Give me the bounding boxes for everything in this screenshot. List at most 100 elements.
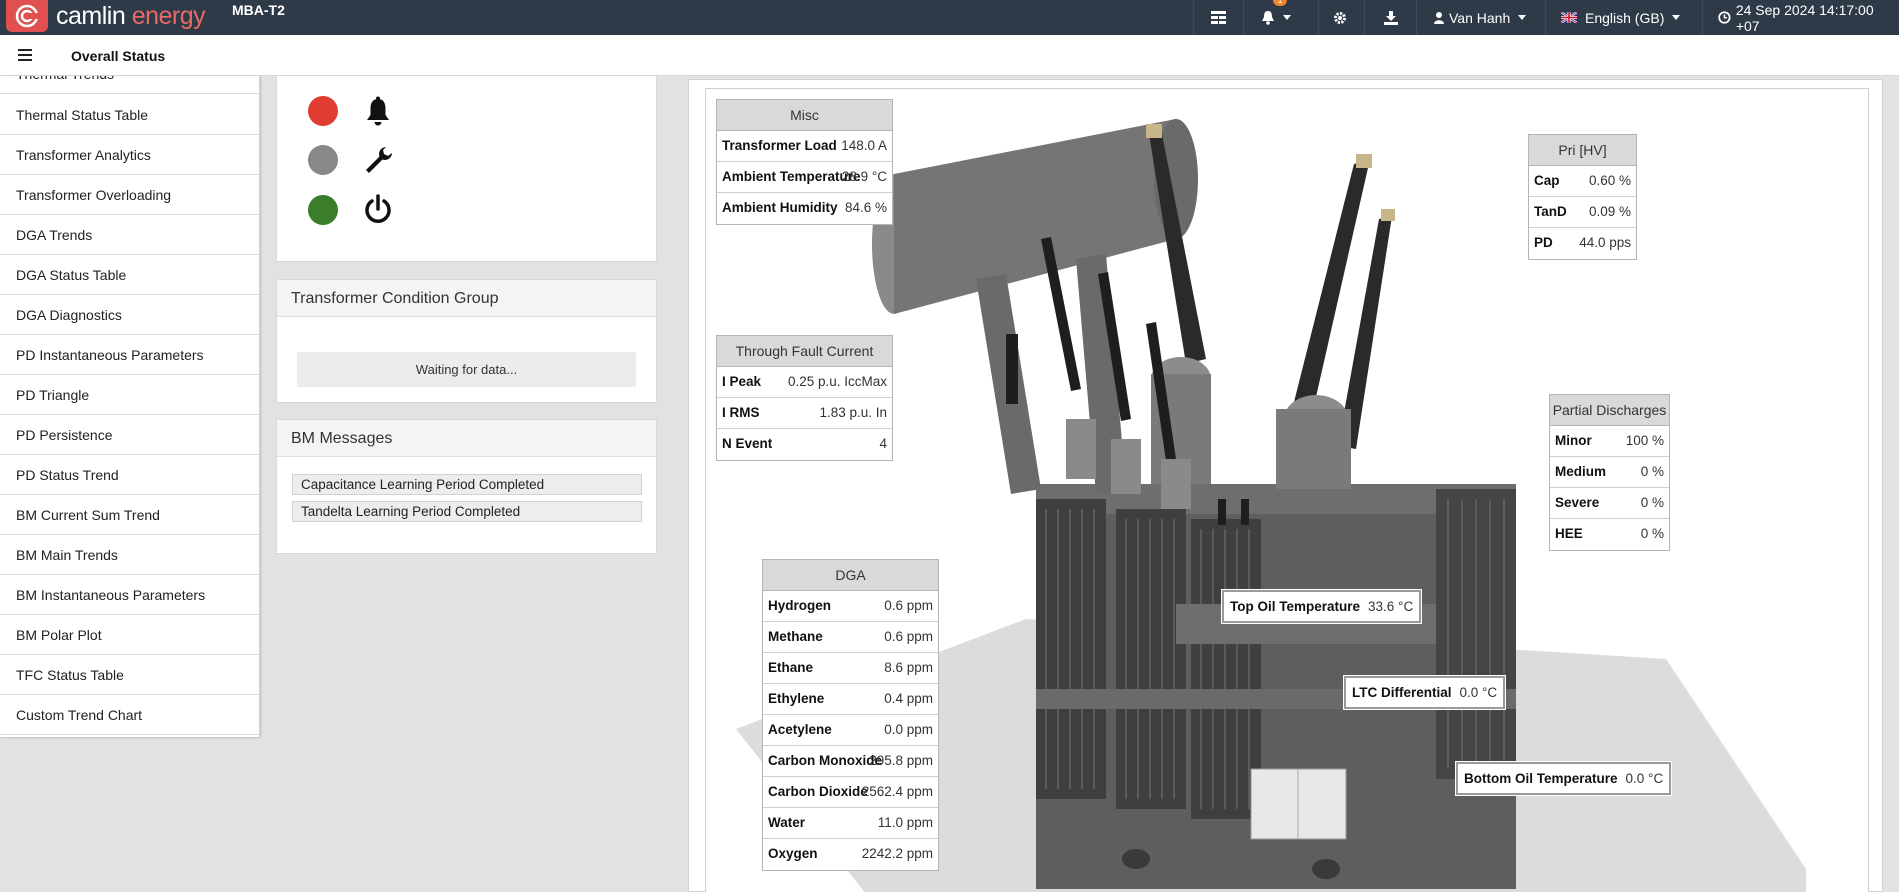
sidebar-item[interactable]: BM Instantaneous Parameters [0, 575, 259, 615]
divider [1364, 0, 1365, 35]
download-button[interactable] [1384, 0, 1398, 35]
table-row: Water 11.0 ppm [763, 808, 938, 839]
menu-toggle-icon[interactable] [18, 49, 32, 64]
waiting-message: Waiting for data... [297, 352, 636, 387]
row-value: 8.6 ppm [884, 660, 933, 675]
callout-value: 0.0 °C [1459, 685, 1498, 700]
sidebar-item[interactable]: BM Polar Plot [0, 615, 259, 655]
table-title: Partial Discharges [1550, 395, 1669, 426]
user-name: Van Hanh [1449, 9, 1511, 26]
card-title: BM Messages [277, 420, 656, 457]
sidebar-item[interactable]: PD Status Trend [0, 455, 259, 495]
row-value: 0.0 ppm [884, 722, 933, 737]
sidebar-item[interactable]: PD Triangle [0, 375, 259, 415]
sidebar-item[interactable]: TFC Status Table [0, 655, 259, 695]
row-value: 1.83 p.u. In [819, 405, 887, 420]
row-label: Carbon Monoxide [768, 753, 882, 768]
row-value: 0.6 ppm [884, 598, 933, 613]
sidebar-item[interactable]: Thermal Trends [0, 76, 259, 94]
page-title: Overall Status [71, 48, 166, 64]
sidebar-item[interactable]: BM Current Sum Trend [0, 495, 259, 535]
row-label: N Event [722, 436, 773, 451]
power-icon [365, 194, 391, 223]
table-row: I RMS 1.83 p.u. In [717, 398, 892, 429]
divider [1545, 0, 1546, 35]
row-value: 0.4 ppm [884, 691, 933, 706]
row-label: Carbon Dioxide [768, 784, 868, 799]
message-item: Capacitance Learning Period Completed [292, 474, 642, 495]
table-row: Acetylene 0.0 ppm [763, 715, 938, 746]
callout-value: 33.6 °C [1368, 599, 1414, 614]
asset-name: MBA-T2 [232, 2, 285, 18]
table-row: Transformer Load 148.0 A [717, 131, 892, 162]
divider [1702, 0, 1703, 35]
row-value: 0 % [1640, 526, 1664, 541]
table-title: Misc [717, 100, 892, 131]
bm-messages-card: BM Messages Capacitance Learning Period … [276, 419, 657, 554]
table-row: Carbon Dioxide 2562.4 ppm [763, 777, 938, 808]
row-label: Ambient Humidity [722, 200, 838, 215]
partial-discharges-table: Partial Discharges Minor 100 % Medium 0 % … [1549, 394, 1670, 551]
callout-label: LTC Differential [1352, 685, 1452, 700]
uk-flag-icon [1561, 12, 1577, 23]
row-value: 28.9 °C [841, 169, 887, 184]
table-row: Oxygen 2242.2 ppm [763, 839, 938, 870]
table-row: HEE 0 % [1550, 519, 1669, 550]
divider [1193, 0, 1194, 35]
top-oil-temperature-callout: Top Oil Temperature 33.6 °C [1220, 589, 1423, 624]
callout-value: 0.0 °C [1625, 771, 1664, 786]
divider [1416, 0, 1417, 35]
table-row: Medium 0 % [1550, 457, 1669, 488]
top-navbar: camlin energy MBA-T2 1 Van Hanh English … [0, 0, 1899, 35]
condition-group-card: Transformer Condition Group Waiting for … [276, 279, 657, 403]
callout-label: Top Oil Temperature [1230, 599, 1361, 614]
wrench-icon [366, 147, 392, 173]
language-selector[interactable]: English (GB) [1561, 0, 1681, 35]
user-menu[interactable]: Van Hanh [1434, 0, 1527, 35]
table-row: Methane 0.6 ppm [763, 622, 938, 653]
page-header: Overall Status [0, 35, 1899, 76]
sidebar-item[interactable]: Custom Trend Chart [0, 695, 259, 735]
sidebar-item[interactable]: DGA Diagnostics [0, 295, 259, 335]
row-label: Water [768, 815, 806, 830]
row-value: 2242.2 ppm [861, 846, 933, 861]
clock-icon [1718, 11, 1731, 24]
row-label: Methane [768, 629, 823, 644]
ltc-differential-callout: LTC Differential 0.0 °C [1342, 675, 1507, 710]
sidebar-item[interactable]: Thermal Status Table [0, 95, 259, 135]
row-value: 11.0 ppm [877, 815, 933, 830]
gear-icon [1334, 11, 1346, 24]
dga-table: DGA Hydrogen 0.6 ppm Methane 0.6 ppm Ethan… [762, 559, 939, 871]
sidebar-item[interactable]: PD Persistence [0, 415, 259, 455]
camlin-logo[interactable]: camlin energy [6, 0, 206, 32]
sidebar-item[interactable]: PD Instantaneous Parameters [0, 335, 259, 375]
table-row: Severe 0 % [1550, 488, 1669, 519]
row-label: Ethane [768, 660, 814, 675]
transformer-diagram: Misc Transformer Load 148.0 A Ambient Tem… [705, 88, 1869, 892]
sidebar-item[interactable]: DGA Trends [0, 215, 259, 255]
tfc-table: Through Fault Current I Peak 0.25 p.u. Ic… [716, 335, 893, 461]
row-value: 0.25 p.u. IccMax [787, 374, 887, 389]
grid-icon [1211, 11, 1226, 24]
row-label: Transformer Load [722, 138, 837, 153]
dashboard-grid-button[interactable] [1211, 0, 1226, 35]
misc-table: Misc Transformer Load 148.0 A Ambient Tem… [716, 99, 893, 225]
sidebar-item[interactable]: Transformer Overloading [0, 175, 259, 215]
settings-button[interactable] [1333, 0, 1347, 35]
camlin-logo-icon [6, 0, 48, 32]
sidebar-nav: Thermal Trends Thermal Status Table Tran… [0, 76, 260, 737]
table-row: Hydrogen 0.6 ppm [763, 591, 938, 622]
row-value: 84.6 % [844, 200, 887, 215]
table-title: Pri [HV] [1529, 135, 1636, 166]
table-row: PD 44.0 pps [1529, 228, 1636, 259]
sidebar-item[interactable]: BM Main Trends [0, 535, 259, 575]
row-value: 0 % [1640, 495, 1664, 510]
datetime-text: 24 Sep 2024 14:17:00 +07 [1735, 1, 1874, 34]
sidebar-item[interactable]: DGA Status Table [0, 255, 259, 295]
sidebar-item[interactable]: Transformer Analytics [0, 135, 259, 175]
row-label: HEE [1555, 526, 1583, 541]
row-label: Ethylene [768, 691, 825, 706]
divider [1243, 0, 1244, 35]
table-title: DGA [763, 560, 938, 591]
chevron-down-icon [1518, 15, 1527, 20]
